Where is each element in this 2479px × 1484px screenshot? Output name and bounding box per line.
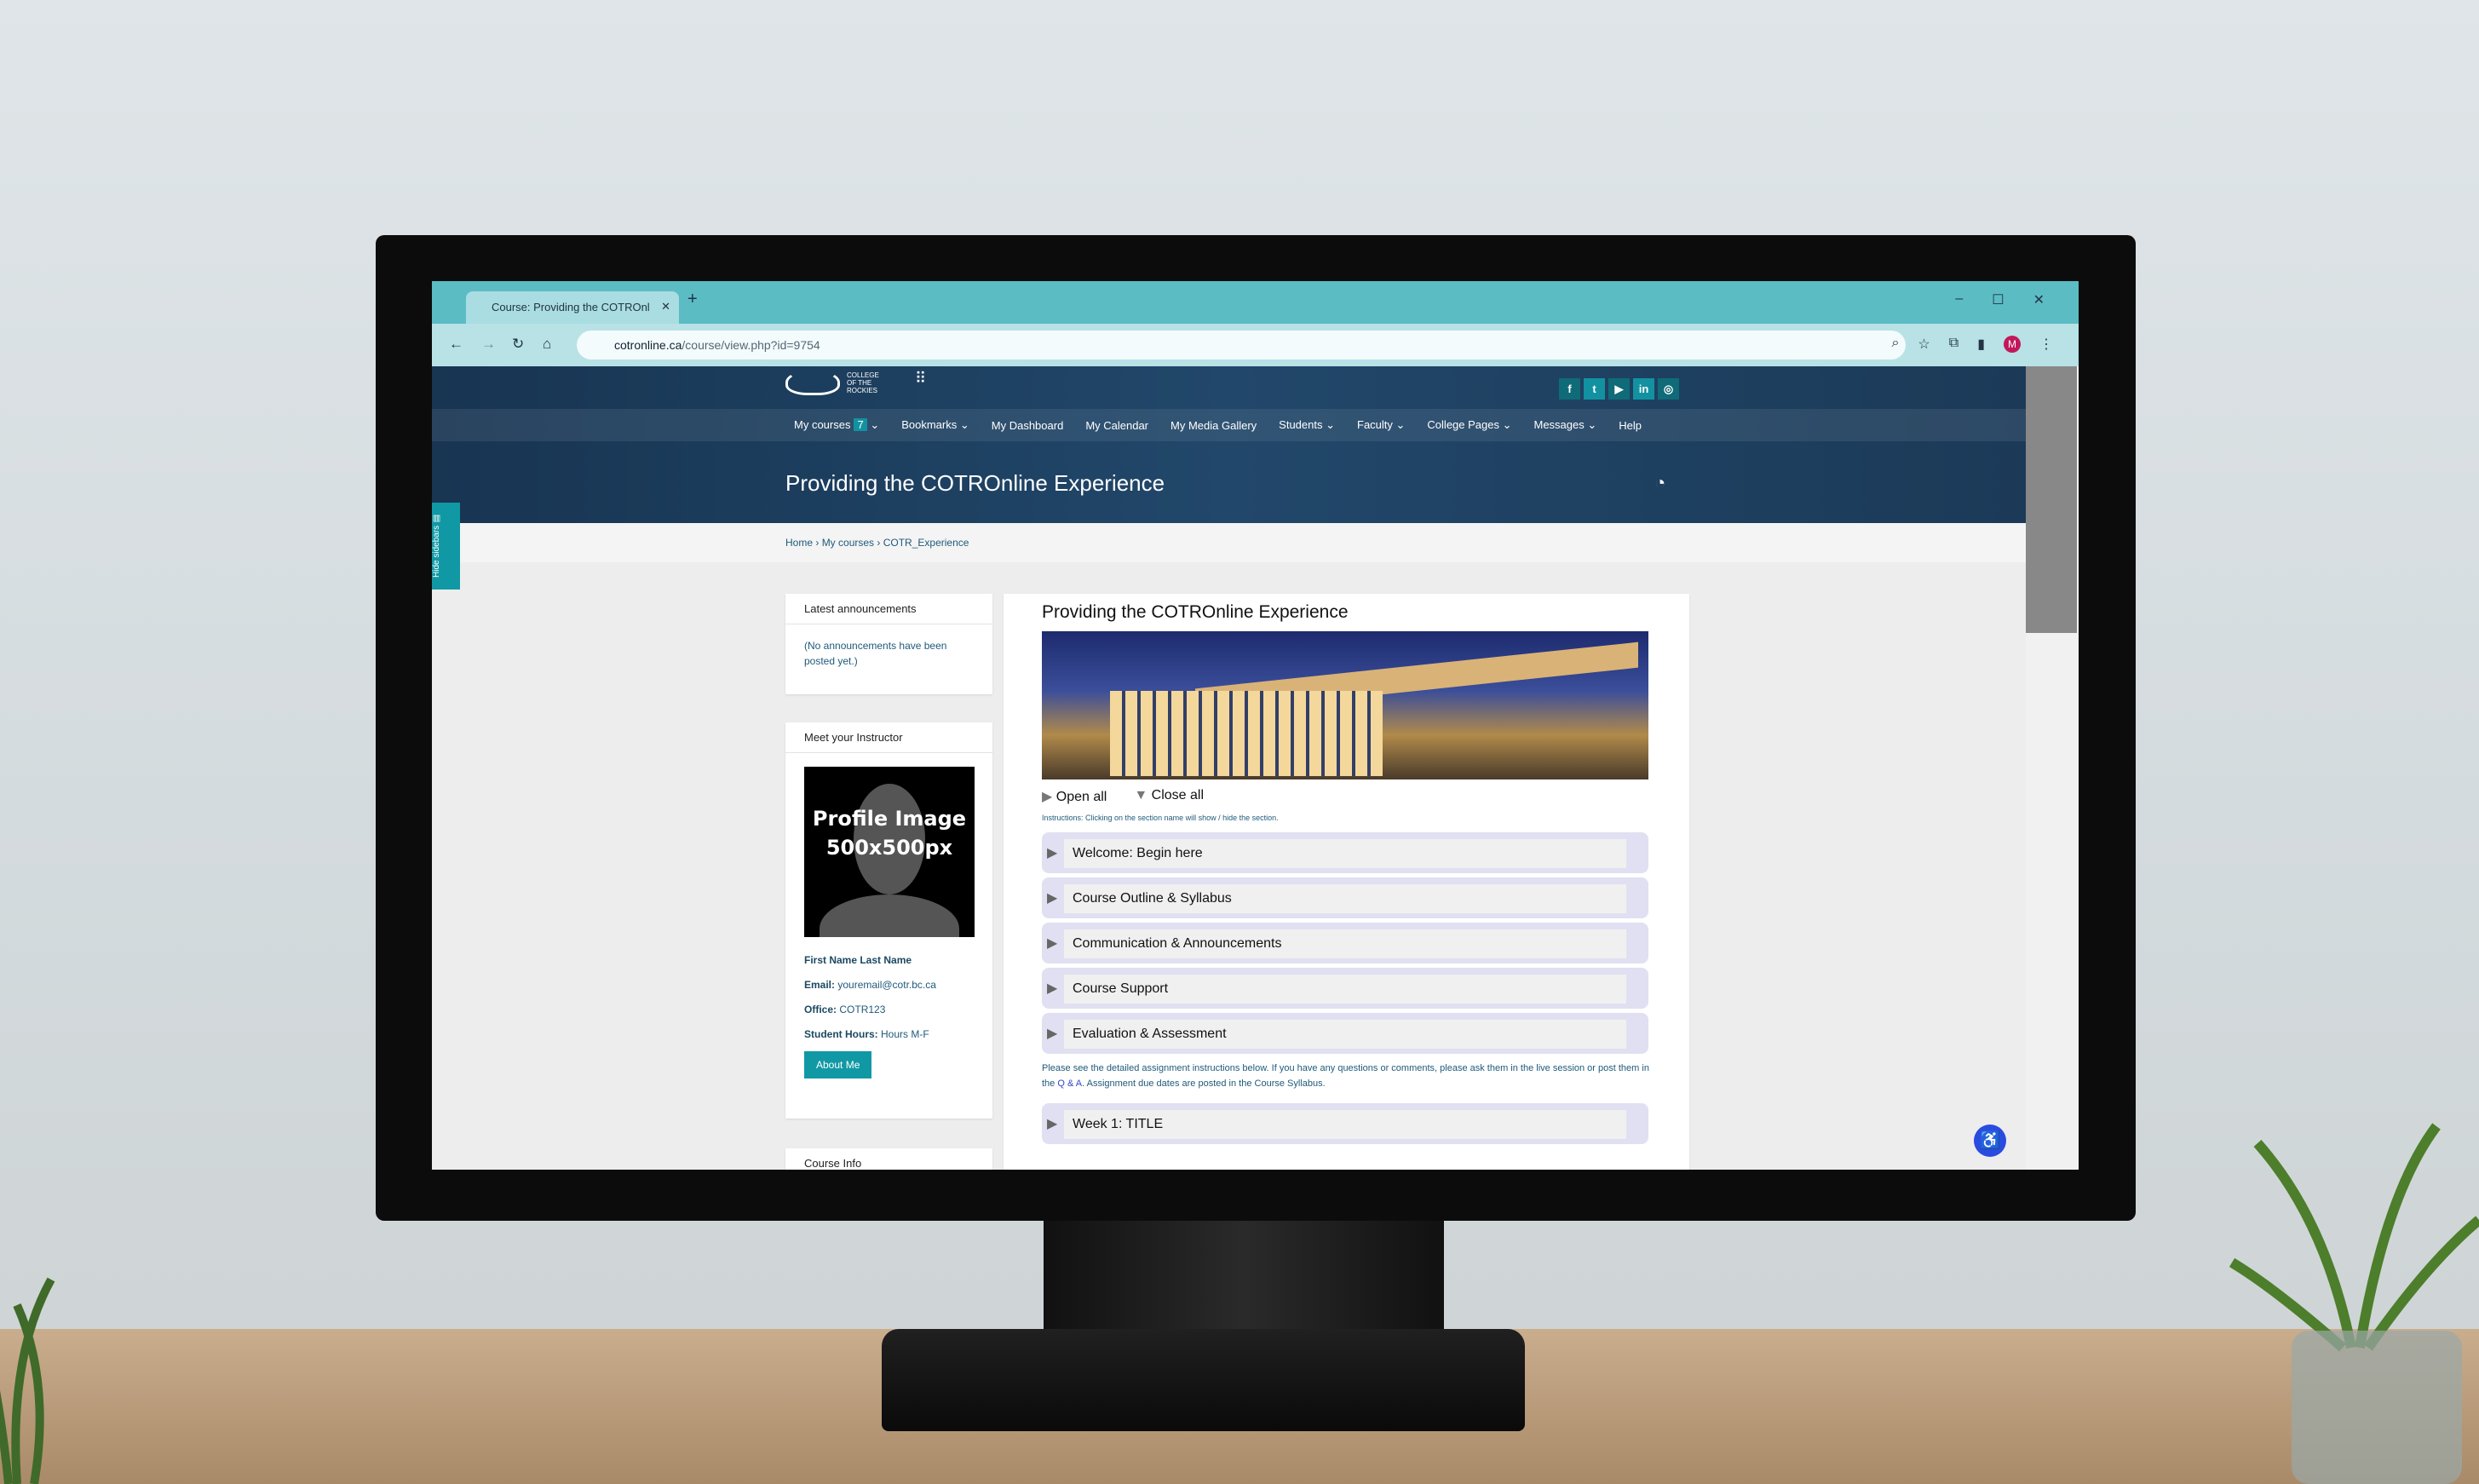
- close-window-icon[interactable]: ✕: [2033, 291, 2045, 308]
- instructor-block: Meet your Instructor Profile Image 500x5…: [785, 722, 992, 1119]
- expand-arrow-icon: ▶: [1047, 846, 1058, 860]
- menu-icon[interactable]: ⋮: [2039, 336, 2053, 353]
- assignment-note: Please see the detailed assignment instr…: [1042, 1063, 1649, 1089]
- social-links: f t ▶ in ◎: [1559, 378, 1679, 400]
- back-icon[interactable]: ←: [449, 336, 463, 353]
- monitor-screen: Course: Providing the COTROnl ✕ + – ☐ ✕ ← →…: [432, 281, 2079, 1170]
- nav-my-dashboard[interactable]: My Dashboard: [992, 419, 1064, 432]
- nav-messages[interactable]: Messages ⌄: [1534, 418, 1597, 432]
- breadcrumb-my-courses[interactable]: My courses: [822, 537, 874, 549]
- section-course-support[interactable]: ▶ Course Support: [1042, 968, 1648, 1009]
- qa-link[interactable]: Q & A: [1057, 1078, 1082, 1089]
- url-domain: cotronline.ca: [614, 338, 682, 352]
- scrollbar-thumb[interactable]: [2026, 366, 2077, 633]
- expand-arrow-icon: ▶: [1047, 891, 1058, 906]
- course-content: Providing the COTROnline Experience ▶ Op…: [1004, 594, 1689, 1170]
- about-me-button[interactable]: About Me: [804, 1051, 872, 1078]
- plant-left: [0, 1277, 55, 1484]
- page-title: Providing the COTROnline Experience: [785, 470, 1165, 496]
- section-evaluation[interactable]: ▶ Evaluation & Assessment: [1042, 1013, 1648, 1054]
- section-course-outline[interactable]: ▶ Course Outline & Syllabus: [1042, 877, 1648, 918]
- announcements-block: Latest announcements (No announcements h…: [785, 594, 992, 694]
- nav-my-calendar[interactable]: My Calendar: [1085, 419, 1148, 432]
- tab-title: Course: Providing the COTROnl: [492, 301, 650, 313]
- instructor-email[interactable]: youremail@cotr.bc.ca: [837, 979, 936, 991]
- close-tab-icon[interactable]: ✕: [661, 300, 670, 313]
- bookmark-star-icon[interactable]: ☆: [1918, 336, 1930, 353]
- home-icon[interactable]: ⌂: [543, 336, 551, 353]
- linkedin-icon[interactable]: in: [1633, 378, 1654, 400]
- nav-bookmarks[interactable]: Bookmarks ⌄: [901, 418, 969, 432]
- profile-avatar[interactable]: M: [2004, 336, 2021, 353]
- close-all-button[interactable]: ▼ Close all: [1134, 788, 1204, 805]
- block-title: Meet your Instructor: [785, 722, 992, 753]
- expand-arrow-icon: ▶: [1047, 1117, 1058, 1131]
- new-tab-button[interactable]: +: [687, 290, 698, 309]
- zoom-icon[interactable]: ⌕: [1891, 336, 1899, 353]
- nav-students[interactable]: Students ⌄: [1279, 418, 1335, 432]
- instructor-hours: Hours M-F: [881, 1028, 929, 1040]
- nav-my-media-gallery[interactable]: My Media Gallery: [1170, 419, 1257, 432]
- instructions-text: Instructions: Clicking on the section na…: [1042, 814, 1279, 822]
- campus-banner-image: [1042, 631, 1648, 779]
- nav-faculty[interactable]: Faculty ⌄: [1357, 418, 1405, 432]
- address-bar-row: ← → ↻ ⌂ cotronline.ca/course/view.php?id…: [432, 324, 2079, 366]
- expand-arrow-icon: ▶: [1047, 981, 1058, 996]
- url-input[interactable]: cotronline.ca/course/view.php?id=9754: [577, 331, 1906, 359]
- browser-tab-bar: Course: Providing the COTROnl ✕ + – ☐ ✕: [432, 281, 2079, 324]
- url-path: /course/view.php?id=9754: [682, 338, 820, 352]
- breadcrumb-home[interactable]: Home: [785, 537, 813, 549]
- expand-arrow-icon: ▶: [1047, 936, 1058, 951]
- section-welcome[interactable]: ▶ Welcome: Begin here: [1042, 832, 1648, 873]
- minimize-icon[interactable]: –: [1955, 291, 1963, 308]
- dashboard-gauge-icon[interactable]: ◔: [1654, 472, 1665, 494]
- expand-arrow-icon: ▶: [1047, 1027, 1058, 1041]
- open-all-button[interactable]: ▶ Open all: [1042, 788, 1107, 805]
- section-week-1[interactable]: ▶ Week 1: TITLE: [1042, 1103, 1648, 1144]
- instructor-office: COTR123: [839, 1004, 886, 1015]
- nav-help[interactable]: Help: [1619, 419, 1642, 432]
- block-title: Latest announcements: [785, 594, 992, 624]
- breadcrumb-course[interactable]: COTR_Experience: [883, 537, 969, 549]
- hide-sidebars-toggle[interactable]: Hide sidebars ▥: [432, 503, 460, 590]
- breadcrumb: Home › My courses › COTR_Experience: [432, 523, 2026, 562]
- forward-icon[interactable]: →: [481, 336, 496, 353]
- maximize-icon[interactable]: ☐: [1992, 291, 2004, 308]
- monitor-stand-base: [882, 1329, 1525, 1431]
- college-logo[interactable]: COLLEGE OF THE ROCKIES: [785, 370, 889, 395]
- youtube-icon[interactable]: ▶: [1608, 378, 1630, 400]
- announcements-text: (No announcements have been posted yet.): [804, 640, 947, 667]
- page-scrollbar[interactable]: [2026, 366, 2079, 1170]
- course-title: Providing the COTROnline Experience: [1042, 602, 1349, 622]
- nav-college-pages[interactable]: College Pages ⌄: [1427, 418, 1511, 432]
- course-info-block: Course Info: [785, 1148, 992, 1170]
- apps-grid-icon[interactable]: ⠿: [915, 370, 926, 388]
- reload-icon[interactable]: ↻: [512, 336, 524, 353]
- instructor-name: First Name Last Name: [804, 954, 912, 966]
- accessibility-icon[interactable]: ♿: [1974, 1125, 2006, 1157]
- plant-right: [2229, 1123, 2479, 1484]
- logo-text: COLLEGE OF THE ROCKIES: [847, 371, 879, 394]
- profile-image-placeholder: Profile Image 500x500px: [804, 767, 975, 937]
- site-header: COLLEGE OF THE ROCKIES ⠿ f t ▶ in ◎ My c…: [432, 366, 2026, 523]
- twitter-icon[interactable]: t: [1584, 378, 1605, 400]
- instagram-icon[interactable]: ◎: [1658, 378, 1679, 400]
- section-communication[interactable]: ▶ Communication & Announcements: [1042, 923, 1648, 963]
- course-count-badge: 7: [854, 418, 867, 431]
- main-nav: My courses 7 ⌄ Bookmarks ⌄ My Dashboard M…: [432, 409, 2026, 441]
- facebook-icon[interactable]: f: [1559, 378, 1580, 400]
- side-panel-icon[interactable]: ▮: [1977, 336, 1985, 353]
- nav-my-courses[interactable]: My courses 7 ⌄: [794, 418, 879, 432]
- browser-tab[interactable]: Course: Providing the COTROnl ✕: [466, 291, 679, 324]
- extensions-icon[interactable]: ⧉: [1949, 336, 1958, 353]
- block-title: Course Info: [785, 1148, 992, 1170]
